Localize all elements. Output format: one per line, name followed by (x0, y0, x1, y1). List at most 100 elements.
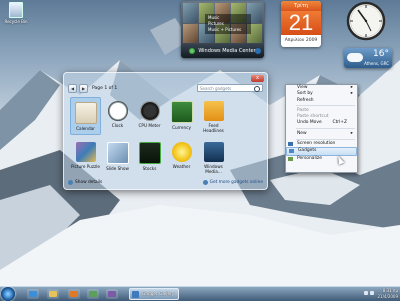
gadget-label: Stocks (142, 166, 157, 171)
weather-gadget[interactable]: 16° Athens, GRC (344, 48, 392, 68)
taskbar-internet-explorer[interactable] (27, 289, 39, 299)
gadget-item-cpu-meter[interactable]: CPU Meter (134, 97, 165, 133)
gadget-item-feed-headlines[interactable]: Feed Headlines (198, 97, 229, 133)
globe-icon (202, 179, 208, 185)
taskbar-app[interactable] (106, 289, 118, 299)
gadget-label: Windows Media... (204, 164, 223, 174)
page-label: Page 1 of 1 (92, 86, 118, 91)
recycle-bin-icon[interactable]: Recycle Bin (3, 2, 29, 24)
gadget-gallery-window[interactable]: x ◀ ▶ Page 1 of 1 Search gadgets Calenda… (63, 72, 268, 190)
windows-media-center-icon (203, 142, 224, 162)
taskbar-gadget-gallery[interactable]: Gadget Gallery (129, 288, 179, 300)
desktop-context-menu: View ▸ Sort by ▸ Refresh Paste Paste short… (285, 84, 358, 173)
calendar-month: Απριλίου 2009 (284, 38, 318, 43)
menu-item-gadgets[interactable]: Gadgets (286, 147, 357, 156)
menu-item-label: New (297, 130, 307, 136)
menu-item-label: Paste (297, 107, 309, 113)
media-center-gadget[interactable]: Music Pictures Music + Pictures Windows … (181, 1, 264, 58)
gadget-label: Picture Puzzle (71, 164, 100, 169)
mc-menu-item-music-pictures[interactable]: Music + Pictures (208, 27, 248, 33)
network-icon[interactable] (364, 291, 368, 295)
gadget-label: Currency (172, 125, 191, 130)
menu-item-label: Paste shortcut (297, 114, 329, 120)
play-icon[interactable] (255, 48, 261, 54)
gadget-label: Slide Show (106, 166, 129, 171)
search-placeholder: Search gadgets (200, 86, 232, 91)
previous-page-button[interactable]: ◀ (68, 84, 77, 93)
start-button[interactable] (1, 287, 15, 301)
expand-icon (68, 179, 73, 185)
search-icon[interactable] (254, 86, 260, 92)
next-page-button[interactable]: ▶ (79, 84, 88, 93)
shortcut-label: Ctrl+Z (332, 120, 348, 126)
menu-item-label: Personalize (297, 155, 322, 161)
clock-gadget[interactable] (346, 1, 386, 41)
desktop[interactable]: Recycle Bin Music Pictures Music + Pictu… (0, 0, 400, 286)
picture-puzzle-icon (75, 142, 96, 162)
taskbar-clock[interactable]: 8:31 πμ 21/4/2009 (377, 288, 398, 299)
stocks-icon (138, 142, 161, 164)
menu-item-label: Sort by (297, 91, 313, 97)
show-details-toggle[interactable]: Show details (68, 179, 103, 185)
weather-city: Athens, GRC (364, 61, 389, 66)
menu-item-label: Screen resolution (297, 141, 336, 147)
cpu-meter-icon (139, 101, 160, 121)
gadget-item-slide-show[interactable]: Slide Show (102, 138, 133, 174)
taskbar: Gadget Gallery 8:31 πμ 21/4/2009 (0, 286, 400, 301)
menu-item-refresh[interactable]: Refresh (286, 98, 357, 104)
gadget-item-picture-puzzle[interactable]: Picture Puzzle (70, 138, 101, 174)
gadget-item-stocks[interactable]: Stocks (134, 138, 165, 174)
gadget-label: CPU Meter (138, 123, 161, 128)
personalize-icon (288, 156, 293, 161)
task-label: Gadget Gallery (142, 292, 175, 297)
close-button[interactable]: x (251, 75, 264, 82)
app-icon (108, 291, 116, 297)
calendar-day: 21 (281, 11, 321, 35)
calendar-gadget[interactable]: Τρίτη 21 Απριλίου 2009 (281, 1, 321, 47)
show-details-label: Show details (75, 179, 103, 185)
menu-separator (296, 105, 355, 107)
menu-item-new[interactable]: New ▸ (286, 131, 357, 137)
taskbar-windows-explorer[interactable] (47, 289, 59, 299)
get-more-gadgets-link[interactable]: Get more gadgets online (202, 179, 263, 185)
weather-icon (171, 142, 192, 162)
menu-item-undo-move[interactable]: Undo Move Ctrl+Z (286, 120, 357, 126)
search-gadgets-input[interactable]: Search gadgets (197, 84, 263, 92)
gadget-item-windows-media-center[interactable]: Windows Media... (198, 138, 229, 174)
cloud-icon (347, 53, 363, 62)
menu-item-personalize[interactable]: Personalize (286, 156, 357, 162)
submenu-arrow-icon: ▸ (350, 130, 353, 136)
taskbar-date: 21/4/2009 (377, 293, 398, 299)
clock-icon (107, 101, 128, 121)
menu-item-label: View (297, 85, 308, 90)
slide-show-icon (106, 142, 129, 164)
taskbar-media-player[interactable] (68, 289, 80, 299)
gadget-item-calendar[interactable]: Calendar (70, 97, 101, 135)
gadget-gallery-icon (132, 291, 139, 298)
notification-area[interactable] (364, 291, 374, 295)
currency-icon (170, 101, 193, 123)
gadget-item-currency[interactable]: Currency (166, 97, 197, 133)
gadget-item-empty (230, 97, 261, 133)
media-center-title: Windows Media Center (198, 48, 256, 54)
gadget-label: Clock (111, 123, 124, 128)
gadget-item-clock[interactable]: Clock (102, 97, 133, 133)
volume-icon[interactable] (370, 291, 374, 295)
gadget-label: Feed Headlines (203, 123, 224, 133)
gallery-footer: Show details Get more gadgets online (68, 178, 263, 186)
menu-item-label: Gadgets (298, 148, 317, 154)
menu-separator (296, 138, 355, 140)
media-center-menu[interactable]: Music Pictures Music + Pictures (205, 14, 251, 34)
gadgets-icon (289, 149, 294, 154)
recycle-bin-graphic (9, 2, 23, 18)
gadget-label: Weather (172, 164, 191, 169)
gadget-label: Calendar (76, 126, 95, 131)
gadget-item-weather[interactable]: Weather (166, 138, 197, 174)
calendar-icon (74, 102, 97, 124)
screen-resolution-icon (288, 142, 293, 147)
recycle-bin-label: Recycle Bin (4, 19, 28, 24)
menu-item-label: Refresh (297, 97, 314, 103)
app-icon (89, 291, 97, 297)
taskbar-app[interactable] (87, 289, 99, 299)
gadget-grid: Calendar Clock CPU Meter Currency Feed H… (70, 97, 260, 174)
